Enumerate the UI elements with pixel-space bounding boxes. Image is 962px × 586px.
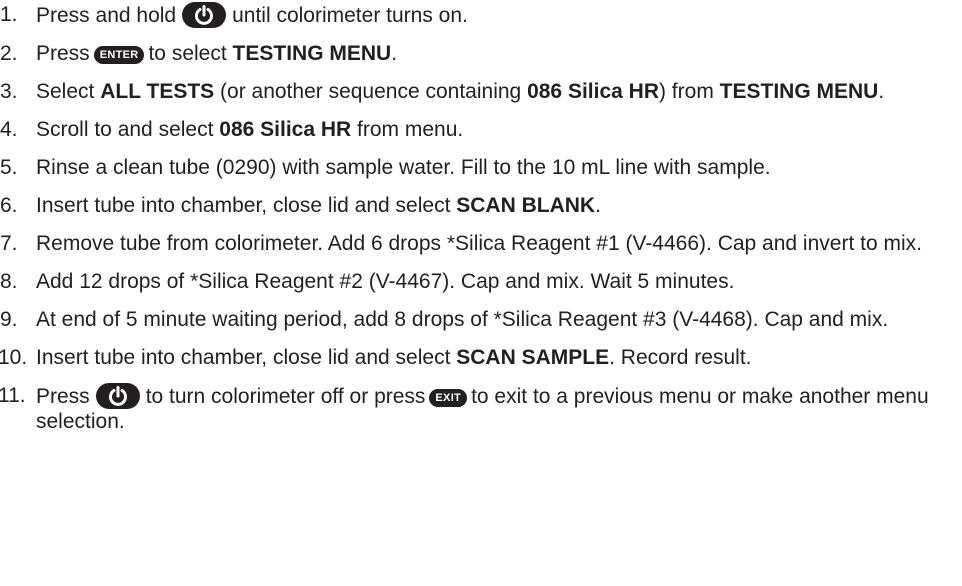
menu-option: ALL TESTS xyxy=(100,80,215,103)
step-11: 11. Press to turn colorimeter off or pres… xyxy=(0,383,962,434)
test-name: 086 Silica HR xyxy=(219,118,352,141)
power-icon xyxy=(182,2,227,28)
step-text: Rinse a clean tube (0290) with sample wa… xyxy=(36,156,771,179)
step-text: Remove tube from colorimeter. Add 6 drop… xyxy=(36,232,922,255)
step-number: 7. xyxy=(0,232,18,255)
step-text: Press and hold xyxy=(36,4,177,27)
step-text: Add 12 drops of *Silica Reagent #2 (V-44… xyxy=(36,270,735,293)
step-1: 1. Press and hold until colorimeter turns… xyxy=(0,2,962,28)
step-text: Scroll to and select xyxy=(36,118,214,141)
step-6: 6. Insert tube into chamber, close lid a… xyxy=(0,193,962,218)
enter-key-icon: ENTER xyxy=(93,46,145,64)
step-text: Insert tube into chamber, close lid and … xyxy=(36,346,451,369)
step-text: Press xyxy=(36,42,90,65)
step-number: 9. xyxy=(0,308,18,331)
step-text: from menu. xyxy=(357,118,464,141)
step-text: . xyxy=(595,194,601,217)
step-text: . xyxy=(878,80,885,103)
step-text: . xyxy=(391,42,398,65)
step-number: 4. xyxy=(0,118,18,141)
step-2: 2. Press ENTER to select TESTING MENU. xyxy=(0,41,962,66)
step-number: 6. xyxy=(0,194,18,217)
menu-option: SCAN BLANK xyxy=(456,194,596,217)
exit-key-icon: EXIT xyxy=(429,389,468,407)
step-number: 10. xyxy=(0,346,28,369)
step-4: 4. Scroll to and select 086 Silica HR fr… xyxy=(0,117,962,142)
step-5: 5. Rinse a clean tube (0290) with sample… xyxy=(0,155,962,180)
step-text: At end of 5 minute waiting period, add 8… xyxy=(36,308,889,331)
menu-name: TESTING MENU xyxy=(719,80,879,103)
step-text: . Record result. xyxy=(609,346,752,369)
step-text: (or another sequence containing xyxy=(220,80,522,103)
step-text: Press xyxy=(36,385,90,408)
step-text: to select xyxy=(148,42,227,65)
step-number: 8. xyxy=(0,270,18,293)
step-10: 10. Insert tube into chamber, close lid … xyxy=(0,345,962,370)
step-text: ) from xyxy=(658,80,714,103)
instruction-list: 1. Press and hold until colorimeter turns… xyxy=(0,0,962,434)
step-text: Select xyxy=(36,80,95,103)
menu-name: TESTING MENU xyxy=(232,42,392,65)
step-3: 3. Select ALL TESTS (or another sequence… xyxy=(0,79,962,104)
step-text: to turn colorimeter off or press xyxy=(145,385,426,408)
step-number: 5. xyxy=(0,156,18,179)
step-number: 3. xyxy=(0,80,18,103)
step-text: until colorimeter turns on. xyxy=(232,4,468,27)
step-8: 8. Add 12 drops of *Silica Reagent #2 (V… xyxy=(0,269,962,294)
step-number: 2. xyxy=(0,42,18,65)
menu-option: SCAN SAMPLE xyxy=(456,346,610,369)
step-number: 11. xyxy=(0,384,26,407)
step-number: 1. xyxy=(0,3,18,26)
test-name: 086 Silica HR xyxy=(527,80,659,103)
step-text: Insert tube into chamber, close lid and … xyxy=(36,194,451,217)
step-9: 9. At end of 5 minute waiting period, ad… xyxy=(0,307,962,332)
power-icon xyxy=(95,383,140,409)
step-7: 7. Remove tube from colorimeter. Add 6 d… xyxy=(0,231,962,256)
